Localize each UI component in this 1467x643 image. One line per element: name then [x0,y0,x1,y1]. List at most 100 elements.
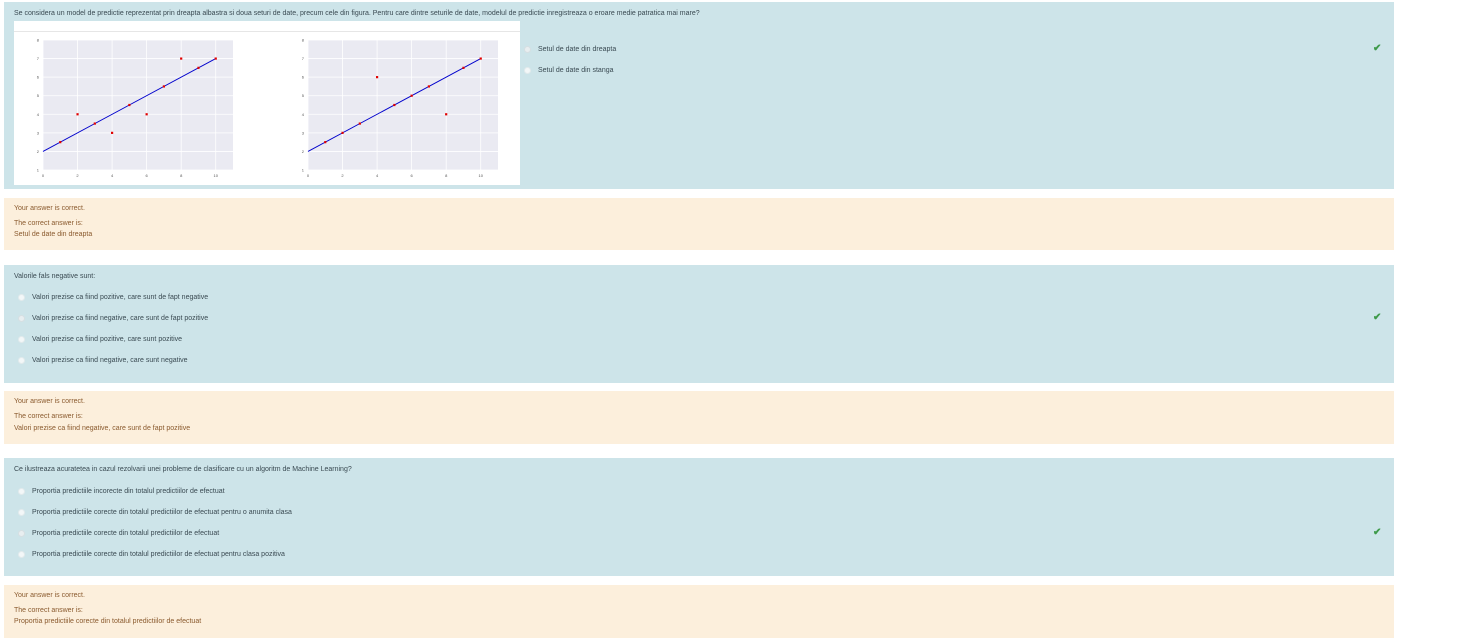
y-tick-label: 2 [302,149,305,154]
option-q3-1[interactable]: Proportia predictiile incorecte din tota… [18,488,225,495]
radio-button[interactable] [18,357,25,364]
feedback-3-panel: Your answer is correct. The correct answ… [4,585,1394,638]
option-q3-4[interactable]: Proportia predictiile corecte din totalu… [18,551,285,558]
feedback-status: Your answer is correct. [14,205,85,212]
radio-button[interactable] [524,67,531,74]
y-tick-label: 7 [37,56,40,61]
x-tick-label: 2 [341,173,344,178]
data-point [197,66,200,69]
data-point [180,57,183,60]
feedback-intro: The correct answer is: [14,607,83,614]
option-label: Setul de date din dreapta [538,46,617,53]
data-point [410,94,413,97]
option-label: Valori prezise ca fiind pozitive, care s… [32,336,183,343]
y-tick-label: 1 [302,168,305,173]
option-setul-dreapta[interactable]: Setul de date din dreapta [524,46,616,53]
option-q3-3[interactable]: Proportia predictiile corecte din totalu… [18,530,219,537]
y-tick-label: 3 [37,130,40,135]
data-point [393,103,396,107]
question-2-panel: Valorile fals negative sunt: Valori prez… [4,265,1394,383]
option-label: Valori prezise ca fiind pozitive, care s… [32,294,209,301]
x-tick-label: 10 [479,173,484,178]
data-point [76,113,79,116]
data-point [479,57,482,60]
x-tick-label: 6 [146,173,149,178]
feedback-2-panel: Your answer is correct. The correct answ… [4,391,1394,444]
y-tick-label: 8 [302,38,305,43]
feedback-answer: Proportia predictiile corecte din totalu… [14,618,202,625]
data-point [145,113,148,116]
data-point [445,113,448,116]
data-point [462,66,465,69]
data-point [128,103,131,107]
x-tick-label: 8 [180,173,183,178]
y-tick-label: 6 [302,75,305,80]
check-icon: ✔ [1373,527,1382,538]
data-point [375,76,379,79]
check-icon: ✔ [1373,312,1382,323]
feedback-status: Your answer is correct. [14,592,85,599]
radio-button[interactable] [18,530,25,537]
y-tick-label: 3 [302,130,305,135]
radio-button[interactable] [524,46,531,53]
data-point [324,141,327,144]
option-q2-3[interactable]: Valori prezise ca fiind pozitive, care s… [18,336,182,343]
data-point [214,57,217,60]
x-tick-label: 10 [214,173,219,178]
x-tick-label: 8 [445,173,448,178]
data-point [341,131,344,134]
feedback-1-panel: Your answer is correct. The correct answ… [4,198,1394,250]
option-label: Proportia predictiile corecte din totalu… [32,551,285,558]
feedback-intro: The correct answer is: [14,220,83,227]
left-scatter-plot: 1 2 3 4 5 6 7 8 0 2 4 6 8 10 [37,38,233,178]
data-point [427,85,431,88]
y-tick-label: 4 [302,112,305,117]
option-q3-2[interactable]: Proportia predictiile corecte din totalu… [18,509,292,516]
radio-button[interactable] [18,294,25,301]
radio-button[interactable] [18,336,25,343]
data-point [358,122,361,125]
y-tick-label: 1 [37,168,40,173]
right-scatter-plot: 1 2 3 4 5 6 7 8 0 2 4 6 8 10 [302,38,498,178]
y-tick-label: 8 [37,38,40,43]
y-tick-label: 2 [37,149,40,154]
data-point [110,131,114,134]
x-tick-label: 4 [376,173,379,178]
data-point [59,141,62,144]
check-icon: ✔ [1373,43,1382,54]
feedback-answer: Valori prezise ca fiind negative, care s… [14,425,191,432]
option-q2-4[interactable]: Valori prezise ca fiind negative, care s… [18,357,188,364]
x-tick-label: 6 [411,173,414,178]
data-point [162,85,166,88]
question-1-text: Se considera un model de predictie repre… [14,10,700,17]
feedback-intro: The correct answer is: [14,413,83,420]
y-tick-label: 5 [302,93,305,98]
question-3-panel: Ce ilustreaza acuratetea in cazul rezolv… [4,458,1394,576]
plot-area [43,40,233,170]
question-2-text: Valorile fals negative sunt: [14,273,96,280]
radio-button[interactable] [18,488,25,495]
option-setul-stanga[interactable]: Setul de date din stanga [524,67,614,74]
radio-button[interactable] [18,315,25,322]
question-3-text: Ce ilustreaza acuratetea in cazul rezolv… [14,466,352,473]
option-label: Valori prezise ca fiind negative, care s… [32,315,209,322]
option-label: Proportia predictiile corecte din totalu… [32,530,220,537]
x-tick-label: 0 [307,173,310,178]
y-tick-label: 4 [37,112,40,117]
option-q2-1[interactable]: Valori prezise ca fiind pozitive, care s… [18,294,208,301]
y-tick-label: 7 [302,56,305,61]
feedback-answer: Setul de date din dreapta [14,231,93,238]
y-tick-label: 5 [37,93,40,98]
plot-area [308,40,498,170]
option-label: Proportia predictiile incorecte din tota… [32,488,225,495]
radio-button[interactable] [18,551,25,558]
x-tick-label: 4 [111,173,114,178]
figure-header-bar [14,21,520,32]
question-1-figure: 1 2 3 4 5 6 7 8 0 2 4 6 8 10 1 2 3 4 5 6 7 8 0 2 4 6 8 10 [14,21,520,185]
option-label: Valori prezise ca fiind negative, care s… [32,357,188,364]
x-tick-label: 2 [76,173,79,178]
radio-button[interactable] [18,509,25,516]
option-q2-2[interactable]: Valori prezise ca fiind negative, care s… [18,315,208,322]
data-point [93,122,96,125]
option-label: Proportia predictiile corecte din totalu… [32,509,292,516]
